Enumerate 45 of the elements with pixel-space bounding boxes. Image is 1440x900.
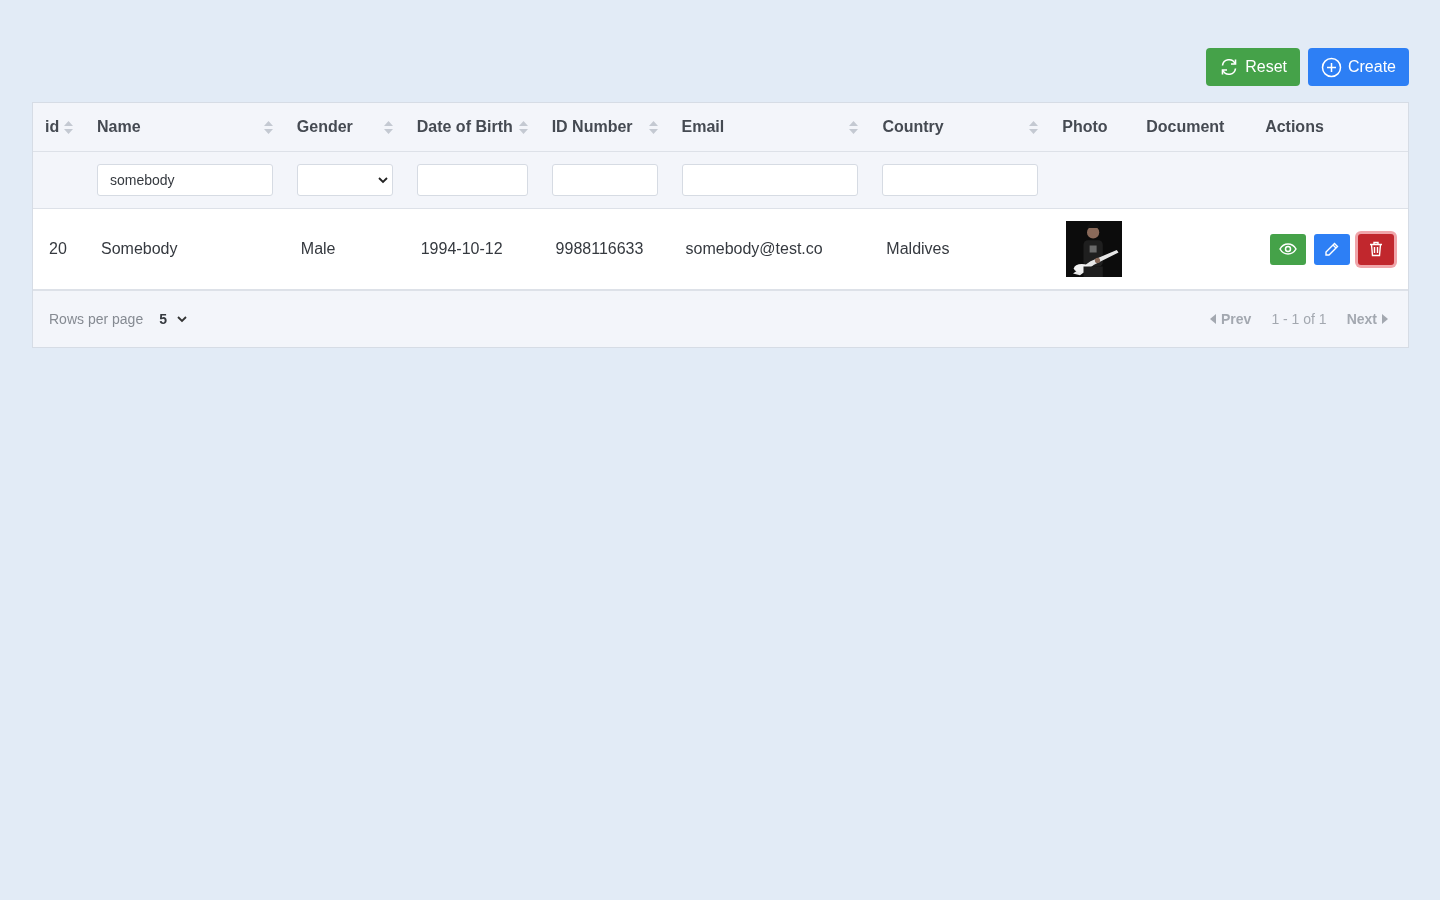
filter-field[interactable]	[551, 164, 658, 196]
delete-button[interactable]	[1358, 233, 1394, 265]
filter-field[interactable]	[681, 164, 859, 196]
column-header[interactable]: Gender	[284, 103, 405, 151]
sort-icon[interactable]	[63, 120, 73, 134]
column-header: Document	[1145, 117, 1226, 137]
sort-icon[interactable]	[1029, 120, 1039, 134]
sort-icon[interactable]	[263, 120, 273, 134]
table-cell: Male	[300, 240, 336, 258]
rows-per-page-label: Rows per page	[49, 311, 144, 327]
create-button[interactable]: Create	[1307, 48, 1409, 86]
column-header: Actions	[1264, 117, 1325, 137]
chevron-down-icon	[176, 315, 187, 323]
sort-icon[interactable]	[518, 120, 528, 134]
table-cell: somebody@test.co	[685, 240, 823, 258]
table-cell: 1994-10-12	[420, 240, 503, 258]
trash-icon	[1369, 241, 1383, 257]
filter-dropdown[interactable]	[296, 164, 393, 196]
page-range: 1 - 1 of 1	[1271, 311, 1327, 327]
column-header[interactable]: ID Number	[539, 103, 670, 151]
rows-per-page-dropdown[interactable]: 5	[159, 311, 187, 327]
column-header[interactable]: Name	[84, 103, 285, 151]
sort-icon[interactable]	[849, 120, 859, 134]
sort-icon[interactable]	[383, 120, 393, 134]
column-header[interactable]: Email	[669, 103, 871, 151]
pencil-icon	[1324, 241, 1340, 257]
column-header: Photo	[1061, 117, 1109, 137]
table-cell: Somebody	[101, 240, 178, 258]
table-cell: 9988116633	[555, 240, 644, 258]
column-header[interactable]: id	[33, 103, 85, 151]
view-button[interactable]	[1270, 233, 1306, 265]
table-cell: 20	[49, 240, 67, 258]
filter-field[interactable]	[882, 164, 1039, 196]
caret-right-icon	[1382, 314, 1388, 324]
table-cell: Maldives	[886, 240, 950, 258]
eye-icon	[1279, 243, 1297, 255]
caret-left-icon	[1210, 314, 1216, 324]
chevron-down-icon	[377, 176, 388, 184]
edit-button[interactable]	[1314, 233, 1350, 265]
filter-field[interactable]	[416, 164, 528, 196]
filter-field[interactable]: somebody	[96, 164, 273, 196]
column-header[interactable]: Date of Birth	[404, 103, 540, 151]
column-header[interactable]: Country	[870, 103, 1051, 151]
sort-icon[interactable]	[648, 120, 658, 134]
plus-circle-icon	[1320, 56, 1342, 78]
